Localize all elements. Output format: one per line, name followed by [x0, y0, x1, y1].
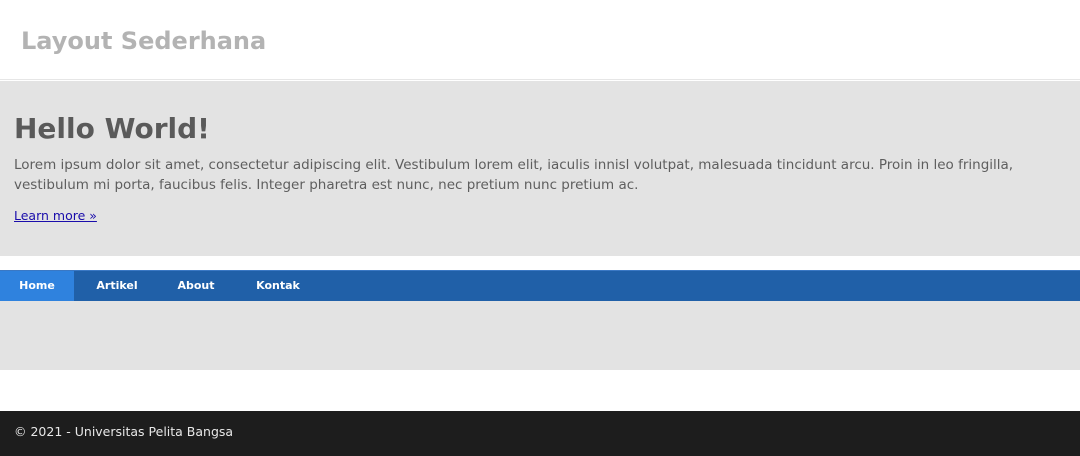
- hero-section: Hello World! Lorem ipsum dolor sit amet,…: [0, 81, 1080, 256]
- copyright-text: © 2021 - Universitas Pelita Bangsa: [14, 424, 234, 439]
- site-header: Layout Sederhana: [0, 0, 1080, 80]
- nav-item-home[interactable]: Home: [0, 271, 74, 301]
- hero-title: Hello World!: [14, 112, 210, 145]
- main-nav: Home Artikel About Kontak: [0, 270, 1080, 301]
- nav-item-artikel[interactable]: Artikel: [84, 271, 150, 301]
- page: Layout Sederhana Hello World! Lorem ipsu…: [0, 0, 1080, 456]
- site-title: Layout Sederhana: [21, 27, 267, 55]
- nav-item-about[interactable]: About: [166, 271, 226, 301]
- site-footer: © 2021 - Universitas Pelita Bangsa: [0, 411, 1080, 456]
- nav-item-kontak[interactable]: Kontak: [246, 271, 310, 301]
- content-area: [0, 301, 1080, 370]
- learn-more-link[interactable]: Learn more »: [14, 207, 97, 225]
- hero-text: Lorem ipsum dolor sit amet, consectetur …: [14, 157, 1014, 193]
